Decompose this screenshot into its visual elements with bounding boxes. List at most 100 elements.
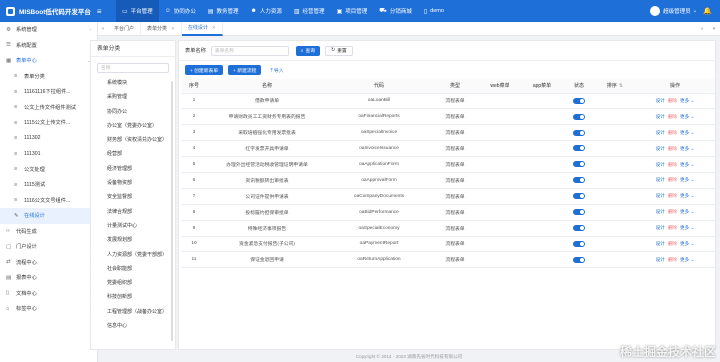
status-toggle[interactable] [573,161,585,168]
status-toggle[interactable] [573,209,585,216]
design-link[interactable]: 设计 [656,162,665,167]
design-link[interactable]: 设计 [656,98,665,103]
chevron-down-icon[interactable]: ⌄ [693,8,698,14]
status-toggle[interactable] [573,240,585,247]
tab[interactable]: 平台门户 [108,21,142,36]
category-item[interactable]: 经营部 [91,147,175,161]
category-item[interactable]: 法律合规部 [91,205,175,219]
menu-toggle-icon[interactable]: ≡ [97,7,102,16]
category-item[interactable]: 科技创新部 [91,290,175,304]
design-link[interactable]: 设计 [656,225,665,230]
delete-link[interactable]: 删除 [668,225,677,230]
category-item[interactable]: 工程管理部（战备办公室） [91,305,175,319]
top-nav-item[interactable]: ▭ 平台管理 [116,0,159,22]
category-item[interactable]: 人力资源部（党委干部部） [91,248,175,262]
delete-link[interactable]: 删除 [668,146,677,151]
sidebar-item[interactable]: ≡ 11161116下拉组件... [0,84,97,100]
top-nav-item[interactable]: ☻ 人力资源 [245,0,288,22]
status-toggle[interactable] [573,129,585,136]
category-item[interactable]: 社会职能部 [91,262,175,276]
sidebar-item[interactable]: ▯文档中心› [0,286,97,302]
tab[interactable]: 表单分类 ✕ [141,21,182,36]
status-toggle[interactable] [573,224,585,231]
category-item[interactable]: 安全监督部 [91,190,175,204]
sidebar-item[interactable]: ≡ 111301 [0,146,97,162]
delete-link[interactable]: 删除 [668,257,677,262]
more-link[interactable]: 更多 ⌄ [680,225,694,230]
top-nav-item[interactable]: ⛟ 分销商城 [373,0,418,22]
tab-menu-icon[interactable]: ▾ [708,26,720,32]
tab-scroll-left-icon[interactable]: « [98,26,108,32]
sidebar-item[interactable]: ▦表单中心⌄ [0,53,97,69]
top-nav-item[interactable]: ▯ demo [418,0,450,22]
sidebar-item[interactable]: ≡ 公文处理 [0,162,97,178]
more-link[interactable]: 更多 ⌄ [680,177,694,182]
import-button[interactable]: ⤒ 导入 [270,67,283,74]
sidebar-item[interactable]: ‹›代码生成› [0,224,97,240]
status-toggle[interactable] [573,113,585,120]
sidebar-item[interactable]: ▤报表中心› [0,270,97,286]
status-toggle[interactable] [573,256,585,263]
more-link[interactable]: 更多 ⌄ [680,162,694,167]
delete-link[interactable]: 删除 [668,241,677,246]
more-link[interactable]: 更多 ⌄ [680,209,694,214]
sort-icon[interactable]: ⇅ [619,83,623,89]
close-icon[interactable]: ✕ [171,26,175,32]
sidebar-item[interactable]: ▢门户设计› [0,239,97,255]
delete-link[interactable]: 删除 [668,130,677,135]
category-item[interactable]: 计量测试中心 [91,219,175,233]
delete-link[interactable]: 删除 [668,177,677,182]
more-link[interactable]: 更多 ⌄ [680,114,694,119]
design-link[interactable]: 设计 [656,177,665,182]
design-link[interactable]: 设计 [656,130,665,135]
category-item[interactable]: 发展规划部 [91,233,175,247]
design-link[interactable]: 设计 [656,193,665,198]
design-link[interactable]: 设计 [656,146,665,151]
more-link[interactable]: 更多 ⌄ [680,130,694,135]
create-flow-button[interactable]: + 新建流程 [228,65,262,75]
bell-icon[interactable]: 🔔 [703,7,712,15]
category-item[interactable]: 信息中心 [91,319,175,333]
form-name-input[interactable]: 表单名称 [210,45,289,56]
more-link[interactable]: 更多 ⌄ [680,193,694,198]
delete-link[interactable]: 删除 [668,162,677,167]
more-link[interactable]: 更多 ⌄ [680,146,694,151]
sidebar-item[interactable]: ⌂标签中心› [0,301,97,317]
tab[interactable]: 在线设计 ✕ [181,21,223,36]
design-link[interactable]: 设计 [656,257,665,262]
avatar[interactable] [650,6,661,16]
user-area[interactable]: 超级管理员 ⌄ 🔔 [650,6,720,16]
status-toggle[interactable] [573,177,585,184]
query-button[interactable]: ⌕ 查询 [295,45,321,56]
delete-link[interactable]: 删除 [668,98,677,103]
status-toggle[interactable] [573,193,585,200]
category-item[interactable]: 采购管理 [91,90,175,104]
sidebar-item[interactable]: ✎ 在线设计 [0,208,97,224]
more-link[interactable]: 更多 ⌄ [680,98,694,103]
sidebar-item[interactable]: ≡ 1115测试 [0,177,97,193]
category-item[interactable]: 办公室（党委办公室） [91,119,175,133]
category-item[interactable]: 党委组织部 [91,276,175,290]
delete-link[interactable]: 删除 [668,114,677,119]
more-link[interactable]: 更多 ⌄ [680,257,694,262]
user-name[interactable]: 超级管理员 [663,7,691,15]
sidebar-item[interactable]: ≡ 公文上传文件组件测试 [0,100,97,116]
category-scrollbar[interactable] [171,81,173,341]
status-toggle[interactable] [573,145,585,152]
category-item[interactable]: 系统模块 [91,76,175,90]
sidebar-item[interactable]: ≡ 1115公文上传文件... [0,115,97,131]
top-nav-item[interactable]: ☺ 协同办公 [159,0,202,22]
delete-link[interactable]: 删除 [668,193,677,198]
more-link[interactable]: 更多 ⌄ [680,241,694,246]
design-link[interactable]: 设计 [656,241,665,246]
tab-scroll-right-icon[interactable]: » [696,26,708,32]
top-nav-item[interactable]: ▥ 经营管理 [288,0,331,22]
sidebar-item[interactable]: ≡ 1116公文文号组件... [0,193,97,209]
reset-button[interactable]: ↻ 重置 [325,45,353,56]
top-nav-item[interactable]: ▤ 教务管理 [202,0,245,22]
status-toggle[interactable] [573,97,585,104]
delete-link[interactable]: 删除 [668,209,677,214]
sidebar-item[interactable]: ⇄流程中心› [0,255,97,271]
category-item[interactable]: 设备物资部 [91,176,175,190]
category-item[interactable]: 协同办公 [91,105,175,119]
